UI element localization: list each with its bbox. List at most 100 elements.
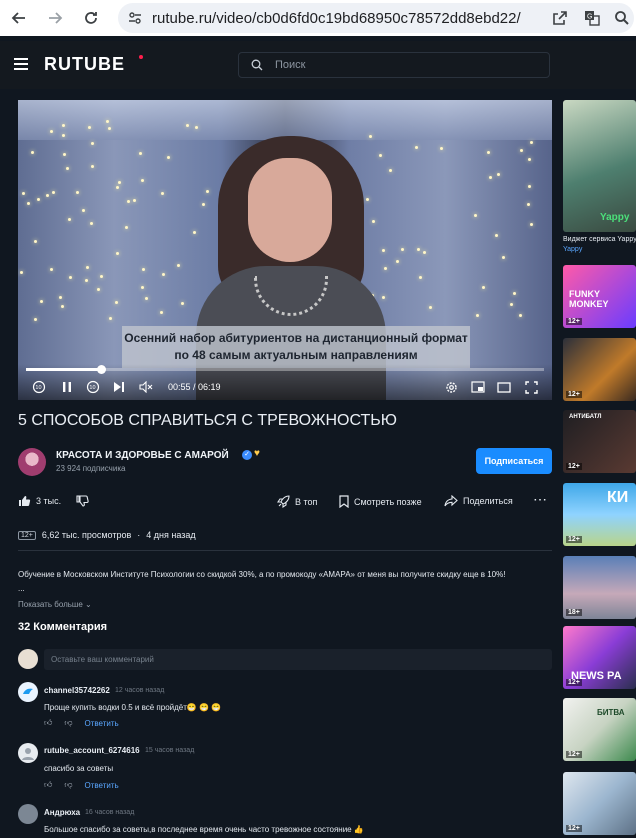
light-dot: [61, 124, 65, 128]
thumbs-up-icon[interactable]: 👍︎: [44, 718, 52, 728]
recommendation-thumbnail[interactable]: FUNKY MONKEY 12+: [563, 265, 636, 328]
recommendation-thumbnail[interactable]: КИ 12+: [563, 483, 636, 546]
picture-in-picture-icon[interactable]: [470, 380, 486, 394]
recommendation-thumbnail[interactable]: БИТВА 12+: [563, 698, 636, 761]
rewind-10-icon[interactable]: 10: [32, 380, 46, 394]
age-badge: 12+: [566, 318, 582, 325]
settings-gear-icon[interactable]: [444, 380, 458, 394]
dislike-button[interactable]: [76, 495, 89, 507]
light-dot: [502, 255, 506, 259]
search-placeholder: Поиск: [275, 59, 306, 71]
publish-date: 4 дня назад: [146, 530, 196, 540]
menu-icon[interactable]: [14, 58, 28, 70]
caption-line-2: по 48 самым актуальным направлениям: [174, 348, 418, 362]
light-dot: [132, 198, 136, 202]
heart-icon: ♥: [254, 448, 260, 459]
avatar[interactable]: [18, 743, 38, 763]
video-stats: 12+ 6,62 тыс. просмотров · 4 дня назад: [18, 530, 196, 540]
reload-icon[interactable]: [77, 4, 105, 32]
svg-text:10: 10: [89, 385, 95, 391]
reply-button[interactable]: Ответить: [85, 781, 119, 790]
site-settings-icon[interactable]: [128, 11, 142, 25]
progress-bar[interactable]: [26, 365, 544, 374]
avatar[interactable]: [18, 804, 38, 824]
light-dot: [90, 164, 94, 168]
avatar[interactable]: [18, 682, 38, 702]
recommendation-thumbnail[interactable]: Yappy: [563, 100, 636, 232]
thumbs-down-icon: [76, 495, 89, 507]
to-top-button[interactable]: В топ: [277, 495, 317, 508]
browser-toolbar: rutube.ru/video/cb0d6fd0c19bd68950c78572…: [0, 0, 636, 36]
forward-10-icon[interactable]: 10: [86, 380, 100, 394]
age-badge: 12+: [566, 679, 582, 686]
recommendation-thumbnail[interactable]: 12+: [563, 338, 636, 401]
video-player[interactable]: Осенний набор абитуриентов на дистанцион…: [18, 100, 552, 400]
thumbnail-text: FUNKY MONKEY: [569, 289, 609, 309]
open-in-new-icon[interactable]: [552, 10, 568, 26]
like-button[interactable]: 3 тыс.: [18, 495, 61, 507]
subscribe-button[interactable]: Подписаться: [476, 448, 552, 474]
light-dot: [49, 130, 53, 133]
translate-icon[interactable]: G: [584, 10, 600, 26]
light-dot: [124, 225, 128, 229]
light-dot: [116, 251, 120, 255]
thumbs-down-icon[interactable]: 👎︎: [64, 718, 72, 728]
recommendation-thumbnail[interactable]: АНТИБАТЛ 12+: [563, 410, 636, 473]
light-dot: [138, 151, 142, 155]
share-button[interactable]: Поделиться: [444, 495, 513, 507]
comment-text: Большое спасибо за советы,в последнее вр…: [44, 825, 364, 834]
light-dot: [90, 141, 94, 145]
like-count: 3 тыс.: [36, 496, 62, 506]
pause-icon[interactable]: [60, 380, 74, 394]
video-caption-banner: Осенний набор абитуриентов на дистанцион…: [122, 326, 470, 368]
svg-text:G: G: [587, 14, 592, 21]
thumbs-down-icon[interactable]: 👎︎: [64, 780, 72, 790]
watch-later-button[interactable]: Смотреть позже: [339, 495, 422, 508]
light-dot: [428, 306, 432, 310]
rocket-icon: [277, 495, 290, 508]
light-dot: [388, 168, 392, 172]
address-bar[interactable]: rutube.ru/video/cb0d6fd0c19bd68950c78572…: [118, 3, 634, 33]
theater-mode-icon[interactable]: [496, 380, 512, 394]
recommendation-thumbnail[interactable]: 12+: [563, 772, 636, 835]
age-badge: 18+: [566, 609, 582, 616]
next-video-icon[interactable]: [112, 380, 126, 394]
channel-name[interactable]: КРАСОТА И ЗДОРОВЬЕ С АМАРОЙ: [56, 450, 229, 461]
more-options-icon[interactable]: ⋯: [533, 491, 547, 508]
light-dot: [117, 180, 121, 184]
comment-text: Проще купить водки 0.5 и всё пройдёт😁 😁 …: [44, 703, 222, 712]
comment-time: 15 часов назад: [145, 747, 195, 754]
fullscreen-icon[interactable]: [523, 380, 539, 394]
search-input[interactable]: Поиск: [238, 52, 550, 78]
show-more-button[interactable]: Показать больше ⌄: [18, 600, 92, 609]
back-icon[interactable]: [5, 4, 33, 32]
comment-user[interactable]: Андрюха: [44, 808, 80, 817]
progress-fill: [26, 368, 102, 371]
light-dot: [85, 265, 89, 269]
zoom-icon[interactable]: [614, 10, 630, 26]
light-dot: [39, 299, 43, 303]
reply-button[interactable]: Ответить: [85, 719, 119, 728]
channel-avatar[interactable]: [18, 448, 46, 476]
light-dot: [60, 305, 64, 309]
age-badge: 12+: [566, 536, 582, 543]
comment-user[interactable]: rutube_account_6274616: [44, 746, 140, 755]
mute-icon[interactable]: [138, 380, 154, 394]
recommendation-thumbnail[interactable]: NEWS PA 12+: [563, 626, 636, 689]
show-more-label: Показать больше: [18, 600, 83, 609]
comment-input[interactable]: Оставьте ваш комментарий: [44, 649, 552, 670]
video-description: Обучение в Московском Институте Психолог…: [18, 568, 552, 596]
rutube-logo[interactable]: RUTUBE: [44, 54, 125, 75]
divider: [18, 550, 552, 551]
light-dot: [194, 125, 198, 129]
thumbs-up-icon[interactable]: 👍︎: [44, 780, 52, 790]
recommendation-channel[interactable]: Yappy: [563, 246, 636, 253]
light-dot: [519, 149, 523, 153]
comment-user[interactable]: channel35742262: [44, 686, 110, 695]
forward-icon[interactable]: [41, 4, 69, 32]
light-dot: [140, 286, 144, 290]
recommendation-title[interactable]: Виджет сервиса Yappy: [563, 236, 636, 243]
light-dot: [473, 213, 477, 217]
recommendation-thumbnail[interactable]: 18+: [563, 556, 636, 619]
url-text: rutube.ru/video/cb0d6fd0c19bd68950c78572…: [152, 9, 521, 27]
